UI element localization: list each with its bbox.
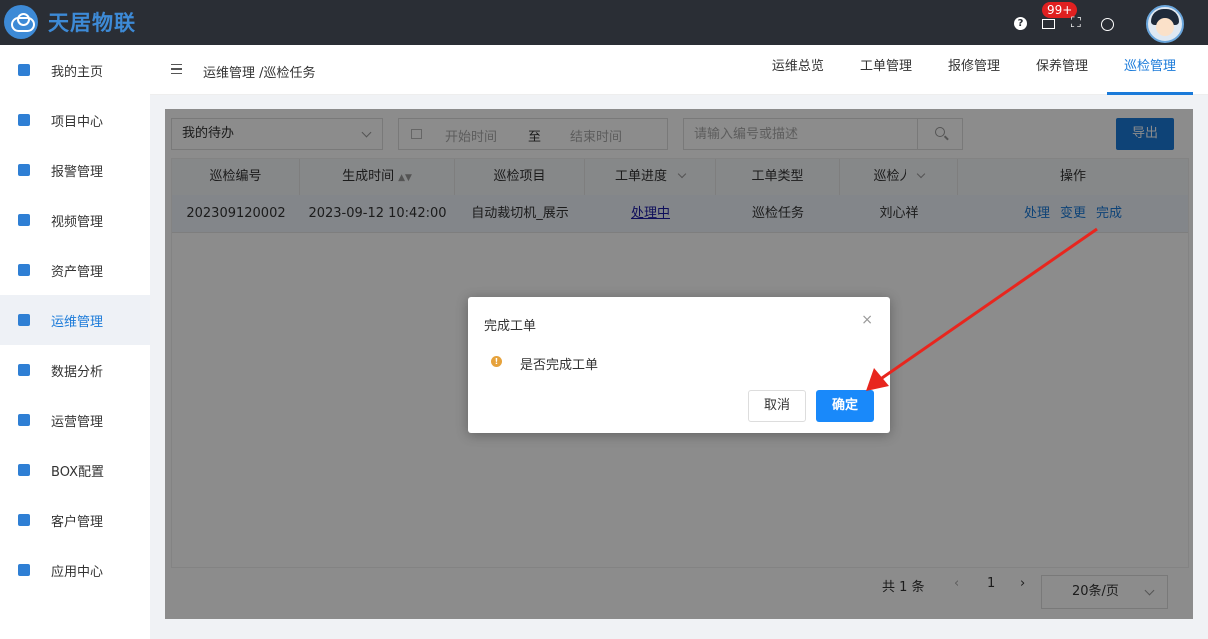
dialog-title: 完成工单 — [484, 319, 537, 334]
gear-icon — [18, 314, 30, 326]
sidebar-item-customers[interactable]: 客户管理 — [0, 495, 150, 545]
users-icon — [18, 514, 30, 526]
asset-icon — [18, 264, 30, 276]
confirm-dialog: 完成工单 × ! 是否完成工单 取消 确定 — [468, 297, 890, 433]
cloud-logo-icon — [4, 5, 38, 39]
user-avatar[interactable] — [1146, 5, 1184, 43]
bell-icon — [18, 164, 30, 176]
sidebar-item-label: 运维管理 — [51, 314, 104, 330]
sidebar-item-label: 客户管理 — [51, 514, 104, 530]
help-icon[interactable]: ? — [1014, 17, 1027, 30]
apps-icon — [18, 564, 30, 576]
sidebar-item-analytics[interactable]: 数据分析 — [0, 345, 150, 395]
box-icon — [18, 464, 30, 476]
warning-icon: ! — [491, 356, 502, 367]
sidebar-item-box-config[interactable]: BOX配置 — [0, 445, 150, 495]
breadcrumb: 运维管理 /巡检任务 — [203, 66, 316, 81]
project-icon — [18, 114, 30, 126]
sidebar-item-label: 资产管理 — [51, 264, 104, 280]
sidebar-item-operations[interactable]: 运营管理 — [0, 395, 150, 445]
sidebar-item-label: 我的主页 — [51, 64, 104, 80]
sidebar: 我的主页 项目中心 报警管理 视频管理 资产管理 运维管理 数据分析 运营管理 … — [0, 45, 150, 639]
sidebar-item-label: 视频管理 — [51, 214, 104, 230]
sidebar-item-maintenance[interactable]: 运维管理 — [0, 295, 150, 345]
sidebar-item-projects[interactable]: 项目中心 — [0, 95, 150, 145]
tab-overview[interactable]: 运维总览 — [755, 45, 841, 95]
home-icon — [18, 64, 30, 76]
dialog-message: 是否完成工单 — [520, 358, 599, 373]
shield-icon — [18, 414, 30, 426]
sidebar-item-label: 运营管理 — [51, 414, 104, 430]
app-name: 天居物联 — [48, 11, 136, 35]
video-icon — [18, 214, 30, 226]
sidebar-item-home[interactable]: 我的主页 — [0, 45, 150, 95]
sidebar-item-label: 应用中心 — [51, 564, 104, 580]
sidebar-item-label: 项目中心 — [51, 114, 104, 130]
tab-inspections[interactable]: 巡检管理 — [1106, 45, 1193, 95]
sidebar-item-assets[interactable]: 资产管理 — [0, 245, 150, 295]
globe-icon[interactable] — [1101, 18, 1114, 31]
mail-icon[interactable] — [1042, 19, 1055, 29]
fullscreen-icon[interactable]: ⛶ — [1071, 16, 1081, 30]
monitor-icon — [18, 364, 30, 376]
top-bar: 天居物联 ? 99+ ⛶ — [0, 0, 1208, 45]
tab-repairs[interactable]: 报修管理 — [931, 45, 1017, 95]
confirm-button[interactable]: 确定 — [816, 390, 874, 422]
sidebar-item-apps[interactable]: 应用中心 — [0, 545, 150, 595]
sidebar-item-video[interactable]: 视频管理 — [0, 195, 150, 245]
cancel-button[interactable]: 取消 — [748, 390, 806, 422]
sidebar-item-label: BOX配置 — [51, 464, 104, 480]
sub-header: 运维管理 /巡检任务 运维总览 工单管理 报修管理 保养管理 巡检管理 — [150, 45, 1208, 95]
module-tabs: 运维总览 工单管理 报修管理 保养管理 巡检管理 — [753, 45, 1193, 95]
close-icon[interactable]: × — [861, 312, 873, 328]
sidebar-item-label: 报警管理 — [51, 164, 104, 180]
app-logo[interactable]: 天居物联 — [4, 5, 136, 39]
tab-maintenance[interactable]: 保养管理 — [1019, 45, 1105, 95]
sidebar-item-alarms[interactable]: 报警管理 — [0, 145, 150, 195]
collapse-menu-icon[interactable] — [171, 64, 182, 74]
sidebar-item-label: 数据分析 — [51, 364, 104, 380]
tab-work-orders[interactable]: 工单管理 — [843, 45, 929, 95]
